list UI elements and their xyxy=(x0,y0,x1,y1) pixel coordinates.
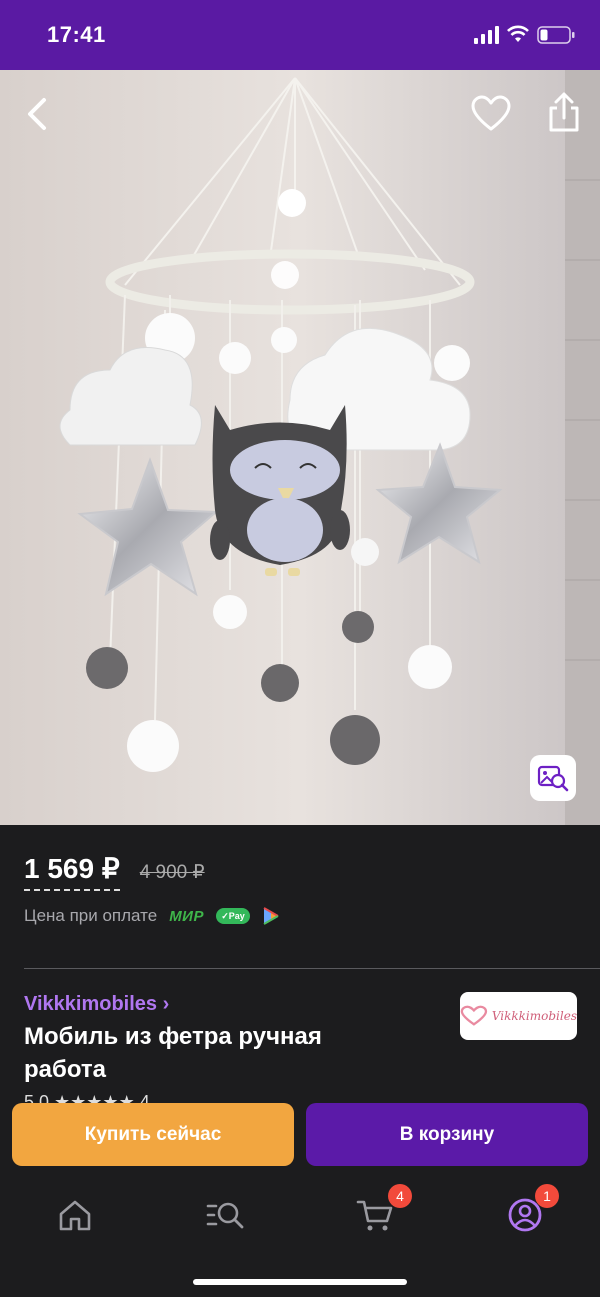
tab-catalog[interactable] xyxy=(200,1190,250,1240)
product-title: Мобиль из фетра ручная работа xyxy=(24,1023,322,1083)
seller-link[interactable]: Vikkkimobiles › xyxy=(24,993,169,1016)
mir-logo-icon: МИР xyxy=(169,907,204,925)
section-divider xyxy=(24,968,600,969)
price-row: 1 569 ₽ 4 900 ₽ xyxy=(24,852,205,892)
cellular-signal-icon xyxy=(474,26,499,44)
payment-label: Цена при оплате xyxy=(24,906,158,925)
status-time: 17:41 xyxy=(47,22,106,47)
brand-logo-text: Vikkkimobiles xyxy=(491,1009,577,1023)
buy-now-button[interactable]: Купить сейчас xyxy=(12,1103,294,1166)
visual-search-button[interactable] xyxy=(530,755,576,801)
cart-badge: 4 xyxy=(388,1184,412,1208)
payment-info-row: Цена при оплате МИР ✓ Pay xyxy=(24,906,280,926)
product-photo[interactable] xyxy=(0,70,600,825)
wifi-icon xyxy=(507,25,529,42)
old-price: 4 900 ₽ xyxy=(139,862,205,883)
sbp-logo-icon xyxy=(263,907,279,925)
back-button[interactable] xyxy=(20,92,56,136)
add-to-cart-button[interactable]: В корзину xyxy=(306,1103,588,1166)
battery-icon xyxy=(537,26,575,44)
share-icon[interactable] xyxy=(545,90,583,134)
catalog-search-icon xyxy=(206,1202,244,1229)
sberpay-logo-icon: ✓ Pay xyxy=(215,908,250,924)
seller-brand-logo[interactable]: Vikkkimobiles xyxy=(460,992,577,1040)
home-icon xyxy=(59,1200,91,1231)
status-bar: 17:41 xyxy=(0,0,600,70)
heart-logo-icon xyxy=(460,1005,488,1026)
current-price[interactable]: 1 569 ₽ xyxy=(24,852,120,891)
home-indicator xyxy=(193,1279,407,1285)
profile-badge: 1 xyxy=(535,1184,559,1208)
tab-home[interactable] xyxy=(50,1190,100,1240)
image-search-icon xyxy=(537,765,569,792)
cart-icon xyxy=(356,1200,393,1231)
product-image xyxy=(0,70,600,825)
favorite-heart-icon[interactable] xyxy=(470,94,512,134)
